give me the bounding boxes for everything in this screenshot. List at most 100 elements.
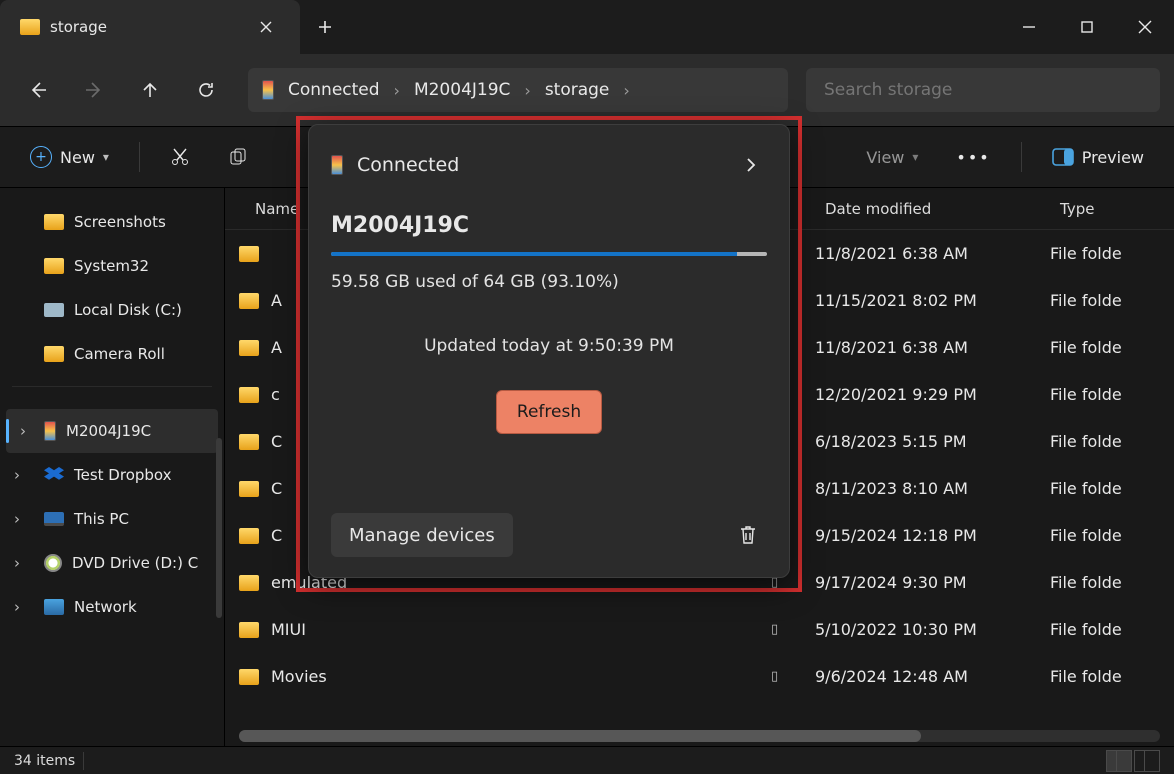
chevron-right-icon[interactable]: › xyxy=(14,554,20,572)
folder-icon xyxy=(239,575,259,591)
sidebar-item[interactable]: ›This PC xyxy=(0,497,224,541)
sidebar-item[interactable]: System32 xyxy=(0,244,224,288)
breadcrumb-seg-1[interactable]: M2004J19C xyxy=(414,80,510,100)
scrollbar-thumb[interactable] xyxy=(239,730,921,742)
chevron-right-icon[interactable]: › xyxy=(524,81,530,100)
chevron-down-icon: ▾ xyxy=(103,150,109,164)
storage-usage-text: 59.58 GB used of 64 GB (93.10%) xyxy=(331,272,767,292)
folder-icon xyxy=(239,340,259,356)
more-button[interactable]: ••• xyxy=(944,137,1002,177)
new-tab-button[interactable] xyxy=(300,0,350,54)
separator xyxy=(12,386,212,387)
close-window-button[interactable] xyxy=(1116,0,1174,54)
sidebar: Screenshots System32 Local Disk (C:) Camera… xyxy=(0,188,225,746)
breadcrumb-seg-0[interactable]: Connected xyxy=(288,80,380,100)
col-date[interactable]: Date modified xyxy=(815,200,1050,218)
view-menu-button[interactable]: View ▾ xyxy=(854,137,930,177)
chevron-right-icon[interactable]: › xyxy=(14,466,20,484)
dropbox-icon xyxy=(44,467,64,483)
sidebar-item-label: System32 xyxy=(74,257,149,275)
separator xyxy=(1021,142,1022,172)
row-type: File folde xyxy=(1050,338,1174,357)
chevron-right-icon[interactable]: › xyxy=(394,81,400,100)
preview-label: Preview xyxy=(1082,148,1144,167)
horizontal-scrollbar[interactable] xyxy=(239,730,1160,742)
row-type: File folde xyxy=(1050,244,1174,263)
table-row[interactable]: Movies▯9/6/2024 12:48 AMFile folde xyxy=(225,653,1174,700)
separator xyxy=(83,752,84,770)
col-type[interactable]: Type xyxy=(1050,200,1174,218)
up-button[interactable] xyxy=(126,66,174,114)
folder-icon xyxy=(20,19,40,35)
titlebar: storage xyxy=(0,0,1174,54)
row-name: C xyxy=(271,432,282,451)
layout-icons-button[interactable] xyxy=(1134,750,1160,772)
folder-icon xyxy=(239,528,259,544)
forward-button[interactable] xyxy=(70,66,118,114)
chevron-right-icon[interactable]: › xyxy=(20,422,26,440)
row-date: 8/11/2023 8:10 AM xyxy=(815,479,1050,498)
minimize-button[interactable] xyxy=(1000,0,1058,54)
cut-button[interactable] xyxy=(158,137,202,177)
row-type: File folde xyxy=(1050,526,1174,545)
folder-icon xyxy=(239,669,259,685)
row-type: File folde xyxy=(1050,432,1174,451)
sidebar-item[interactable]: ›DVD Drive (D:) C xyxy=(0,541,224,585)
sidebar-item[interactable]: › M2004J19C xyxy=(6,409,218,453)
status-bar: 34 items xyxy=(0,746,1174,774)
phone-icon xyxy=(44,421,56,441)
dvd-icon xyxy=(44,554,62,572)
row-type: File folde xyxy=(1050,620,1174,639)
row-date: 9/17/2024 9:30 PM xyxy=(815,573,1050,592)
row-name: C xyxy=(271,479,282,498)
row-date: 11/8/2021 6:38 AM xyxy=(815,244,1050,263)
row-date: 9/6/2024 12:48 AM xyxy=(815,667,1050,686)
new-menu-button[interactable]: + New ▾ xyxy=(18,137,121,177)
row-date: 6/18/2023 5:15 PM xyxy=(815,432,1050,451)
manage-devices-button[interactable]: Manage devices xyxy=(331,513,513,557)
sidebar-item-label: Local Disk (C:) xyxy=(74,301,182,319)
new-label: New xyxy=(60,148,95,167)
copy-button[interactable] xyxy=(216,137,260,177)
sidebar-item-label: M2004J19C xyxy=(66,422,151,440)
navbar: Connected › M2004J19C › storage › xyxy=(0,54,1174,126)
folder-icon xyxy=(239,387,259,403)
search-input[interactable] xyxy=(824,80,1142,100)
sidebar-item[interactable]: Camera Roll xyxy=(0,332,224,376)
refresh-nav-button[interactable] xyxy=(182,66,230,114)
preview-toggle[interactable]: Preview xyxy=(1040,137,1156,177)
search-box[interactable] xyxy=(806,68,1160,112)
layout-details-button[interactable] xyxy=(1106,750,1132,772)
device-icon xyxy=(331,155,343,175)
sidebar-item[interactable]: ›Test Dropbox xyxy=(0,453,224,497)
delete-device-button[interactable] xyxy=(729,516,767,554)
breadcrumb-seg-2[interactable]: storage xyxy=(545,80,610,100)
tab-close-button[interactable] xyxy=(252,13,280,41)
preview-icon xyxy=(1052,148,1074,166)
row-name: A xyxy=(271,291,282,310)
tab-storage[interactable]: storage xyxy=(0,0,300,54)
sidebar-item-label: Camera Roll xyxy=(74,345,165,363)
popup-device-name: M2004J19C xyxy=(331,213,767,238)
device-icon xyxy=(262,80,274,100)
maximize-button[interactable] xyxy=(1058,0,1116,54)
storage-progress xyxy=(331,252,767,256)
sidebar-item[interactable]: ›Network xyxy=(0,585,224,629)
refresh-button[interactable]: Refresh xyxy=(496,390,602,434)
folder-icon xyxy=(239,481,259,497)
chevron-right-icon[interactable]: › xyxy=(14,510,20,528)
storage-progress-bar xyxy=(331,252,737,256)
expand-button[interactable] xyxy=(735,149,767,181)
back-button[interactable] xyxy=(14,66,62,114)
sidebar-scrollbar[interactable] xyxy=(216,438,222,618)
chevron-right-icon[interactable]: › xyxy=(623,81,629,100)
chevron-down-icon: ▾ xyxy=(912,150,918,164)
sidebar-item[interactable]: Screenshots xyxy=(0,200,224,244)
table-row[interactable]: MIUI▯5/10/2022 10:30 PMFile folde xyxy=(225,606,1174,653)
last-updated-text: Updated today at 9:50:39 PM xyxy=(331,336,767,356)
sidebar-item[interactable]: Local Disk (C:) xyxy=(0,288,224,332)
row-name: MIUI xyxy=(271,620,306,639)
chevron-right-icon[interactable]: › xyxy=(14,598,20,616)
address-bar[interactable]: Connected › M2004J19C › storage › xyxy=(248,68,788,112)
row-date: 11/8/2021 6:38 AM xyxy=(815,338,1050,357)
